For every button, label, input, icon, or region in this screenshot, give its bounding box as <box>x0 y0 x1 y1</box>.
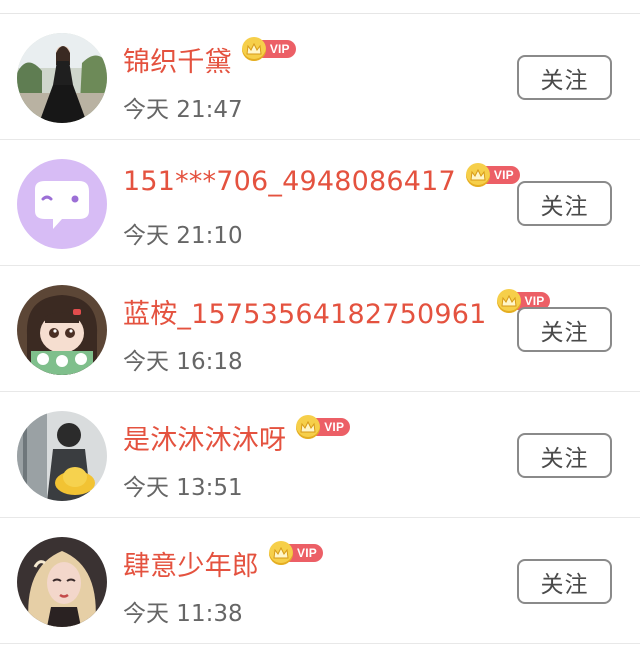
follow-button[interactable]: 关注 <box>517 181 612 226</box>
user-name[interactable]: 蓝桉_15753564182750961 VIP <box>123 289 551 331</box>
crown-icon <box>241 37 266 61</box>
user-name[interactable]: 锦织千黛 VIP <box>123 37 296 79</box>
activity-time: 今天 21:47 <box>123 97 243 123</box>
next-row-peek <box>0 656 640 664</box>
follow-button[interactable]: 关注 <box>517 55 612 100</box>
crown-icon <box>269 541 293 565</box>
activity-time: 今天 21:10 <box>123 223 243 249</box>
vip-badge: VIP <box>296 415 351 439</box>
activity-time: 今天 13:51 <box>123 475 243 501</box>
list-item[interactable]: 锦织千黛 VIP 今天 21:47 关注 <box>0 14 640 140</box>
avatar-illustrated-girl <box>17 537 107 627</box>
avatar-chat-bubble-default <box>17 159 107 249</box>
vip-badge: VIP <box>241 37 296 61</box>
user-name[interactable]: 肆意少年郎 VIP <box>123 541 323 583</box>
crown-icon <box>465 163 490 187</box>
avatar-woman-dress-photo <box>17 33 107 123</box>
user-name-text: 蓝桉_15753564182750961 <box>123 299 487 330</box>
avatar[interactable] <box>17 411 107 501</box>
avatar[interactable] <box>17 33 107 123</box>
user-name-text: 锦织千黛 <box>123 47 232 78</box>
user-name[interactable]: 是沐沐沐沐呀 VIP <box>123 415 351 457</box>
user-name-text: 151***706_4948086417 <box>123 166 456 197</box>
user-name-text: 肆意少年郎 <box>123 551 259 582</box>
follower-list: 锦织千黛 VIP 今天 21:47 关注 151***706_4948086417… <box>0 0 640 664</box>
avatar[interactable] <box>17 159 107 249</box>
activity-time: 今天 11:38 <box>123 601 243 627</box>
user-name[interactable]: 151***706_4948086417 VIP <box>123 163 520 197</box>
avatar[interactable] <box>17 285 107 375</box>
follow-button[interactable]: 关注 <box>517 559 612 604</box>
vip-badge: VIP <box>465 163 520 187</box>
avatar-cartoon-girl <box>17 285 107 375</box>
follow-button[interactable]: 关注 <box>517 433 612 478</box>
list-item[interactable]: 是沐沐沐沐呀 VIP 今天 13:51 关注 <box>0 392 640 518</box>
list-item[interactable]: 蓝桉_15753564182750961 VIP 今天 16:18 关注 <box>0 266 640 392</box>
list-item[interactable]: 肆意少年郎 VIP 今天 11:38 关注 <box>0 518 640 644</box>
activity-time: 今天 16:18 <box>123 349 243 375</box>
avatar[interactable] <box>17 537 107 627</box>
vip-badge: VIP <box>269 541 323 565</box>
list-item[interactable]: 151***706_4948086417 VIP 今天 21:10 关注 <box>0 140 640 266</box>
follow-button[interactable]: 关注 <box>517 307 612 352</box>
avatar-boy-yellow-hat <box>17 411 107 501</box>
crown-icon <box>496 289 521 313</box>
user-name-text: 是沐沐沐沐呀 <box>123 425 287 456</box>
